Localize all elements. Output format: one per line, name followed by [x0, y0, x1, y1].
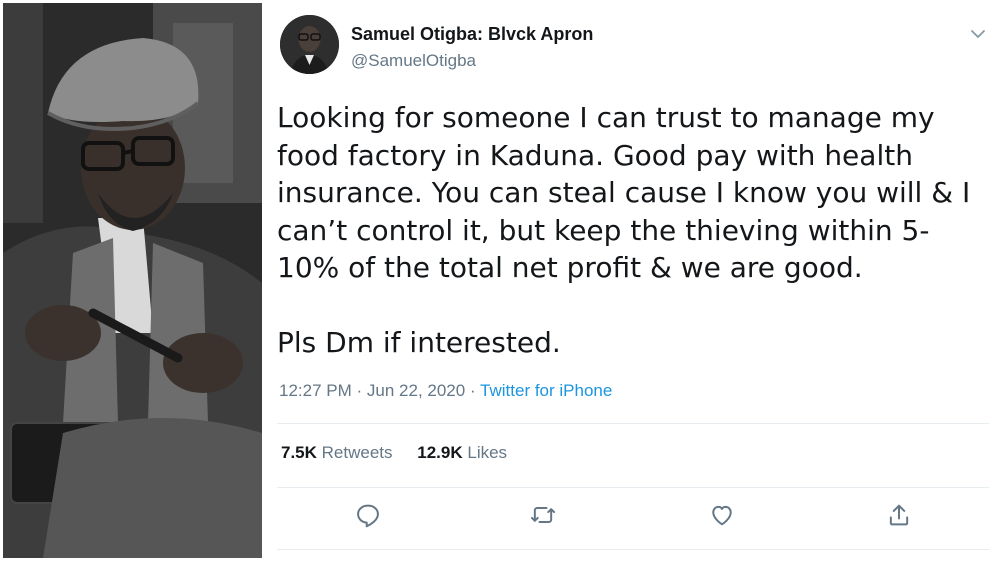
likes-label: Likes: [467, 443, 508, 462]
retweets-count: 7.5K: [281, 443, 317, 462]
chevron-down-icon[interactable]: [969, 25, 987, 43]
tweet-paragraph-1: Looking for someone I can trust to manag…: [277, 101, 971, 284]
engagement-stats: 7.5K Retweets 12.9K Likes: [281, 443, 527, 463]
divider: [277, 423, 989, 424]
divider: [277, 549, 989, 550]
tweet-time[interactable]: 12:27 PM: [279, 381, 352, 400]
separator: ·: [356, 381, 363, 400]
author-name[interactable]: Samuel Otigba: Blvck Apron: [351, 24, 593, 45]
likes-count: 12.9K: [417, 443, 463, 462]
author-handle[interactable]: @SamuelOtigba: [351, 51, 476, 71]
tweet-date[interactable]: Jun 22, 2020: [367, 381, 465, 400]
divider: [277, 487, 989, 488]
tweet-paragraph-2: Pls Dm if interested.: [277, 326, 561, 359]
retweets-stat[interactable]: 7.5K Retweets: [281, 443, 397, 462]
retweet-icon[interactable]: [529, 501, 557, 529]
avatar[interactable]: [280, 15, 339, 74]
author-photo: [3, 3, 262, 558]
retweets-label: Retweets: [321, 443, 393, 462]
heart-icon[interactable]: [708, 501, 736, 529]
tweet-text: Looking for someone I can trust to manag…: [277, 99, 989, 362]
separator: ·: [469, 381, 476, 400]
reply-icon[interactable]: [354, 501, 382, 529]
share-icon[interactable]: [885, 501, 913, 529]
tweet-actions: [265, 501, 997, 537]
tweet-card: Samuel Otigba: Blvck Apron @SamuelOtigba…: [265, 3, 997, 558]
tweet-source-link[interactable]: Twitter for iPhone: [480, 381, 612, 400]
likes-stat[interactable]: 12.9K Likes: [417, 443, 507, 462]
tweet-metadata: 12:27 PM · Jun 22, 2020 · Twitter for iP…: [279, 381, 612, 401]
